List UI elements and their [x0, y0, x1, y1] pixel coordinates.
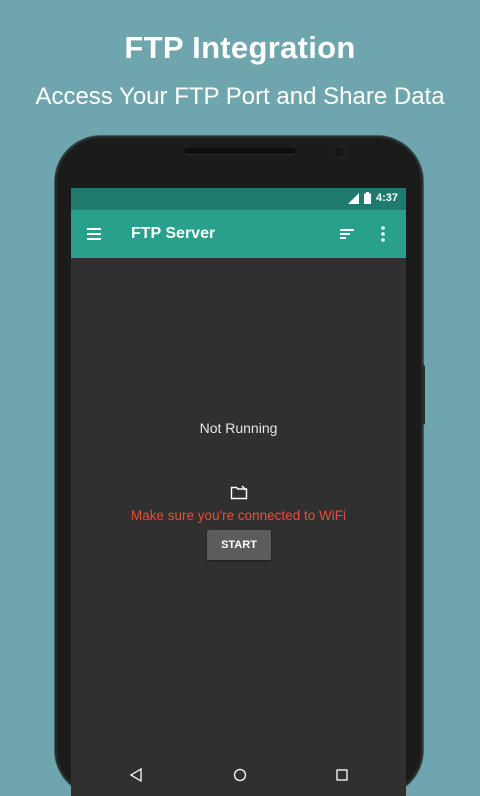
status-bar: 4:37: [71, 188, 406, 210]
promo-subline: Access Your FTP Port and Share Data: [35, 83, 445, 110]
battery-icon: [363, 192, 371, 204]
menu-icon: [87, 228, 101, 240]
start-button[interactable]: START: [207, 530, 271, 560]
front-camera: [334, 147, 344, 157]
back-icon[interactable]: [129, 768, 143, 782]
app-bar: FTP Server: [71, 210, 406, 258]
wifi-warning: Make sure you're connected to WiFi: [131, 508, 346, 523]
server-panel: Not Running Make sure you're connected t…: [71, 258, 406, 746]
server-state: Not Running: [199, 420, 278, 436]
more-vert-icon: [381, 226, 385, 242]
signal-icon: [347, 192, 359, 204]
phone-frame: 4:37 FTP Server Not Running Make sure yo…: [55, 136, 423, 796]
phone-screen: 4:37 FTP Server Not Running Make sure yo…: [71, 188, 406, 796]
more-options-button[interactable]: [376, 223, 390, 245]
navigation-bar: [71, 746, 406, 796]
sort-icon: [340, 229, 354, 239]
folder-icon: [230, 485, 248, 500]
phone-side-button: [421, 365, 425, 425]
speaker-grille: [184, 148, 296, 154]
promo-headline: FTP Integration: [124, 30, 356, 65]
home-icon[interactable]: [233, 768, 247, 782]
recent-apps-icon[interactable]: [335, 768, 349, 782]
menu-button[interactable]: [85, 223, 107, 245]
app-title: FTP Server: [131, 225, 216, 242]
status-time: 4:37: [375, 192, 398, 204]
sort-button[interactable]: [337, 223, 359, 245]
